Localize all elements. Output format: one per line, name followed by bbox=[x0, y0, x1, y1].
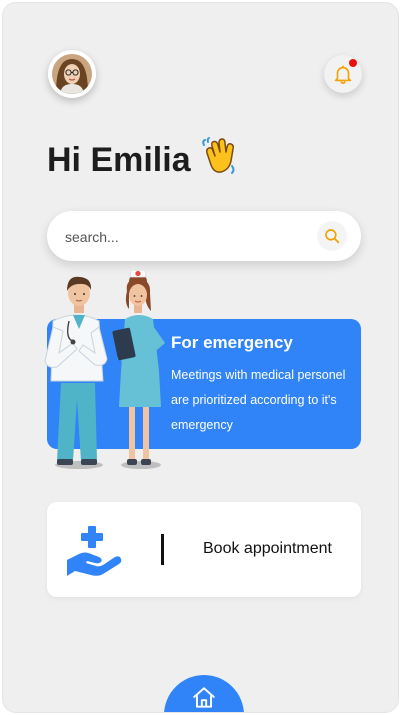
waving-hand-emoji bbox=[199, 136, 239, 185]
search-bar bbox=[47, 211, 361, 261]
book-appointment-label: Book appointment bbox=[203, 540, 332, 557]
greeting-heading: Hi Emilia bbox=[47, 136, 239, 185]
divider bbox=[161, 534, 164, 565]
search-input[interactable] bbox=[63, 225, 307, 249]
avatar-photo bbox=[52, 54, 92, 94]
notifications-button[interactable] bbox=[324, 55, 362, 93]
home-nav-button[interactable] bbox=[164, 675, 244, 712]
medical-care-hand-icon bbox=[67, 526, 122, 576]
emergency-title: For emergency bbox=[171, 333, 293, 352]
search-icon bbox=[325, 229, 340, 244]
notification-dot bbox=[349, 59, 357, 67]
home-icon bbox=[193, 687, 215, 708]
doctors-illustration bbox=[44, 271, 165, 469]
book-appointment-card[interactable]: Book appointment bbox=[47, 502, 361, 597]
avatar[interactable] bbox=[48, 50, 96, 98]
search-button[interactable] bbox=[317, 221, 347, 251]
greeting-text: Hi Emilia bbox=[47, 141, 191, 179]
emergency-description: Meetings with medical personel are prior… bbox=[171, 368, 346, 432]
app-screen: Hi Emilia For emergency Meetings with me… bbox=[2, 2, 399, 713]
